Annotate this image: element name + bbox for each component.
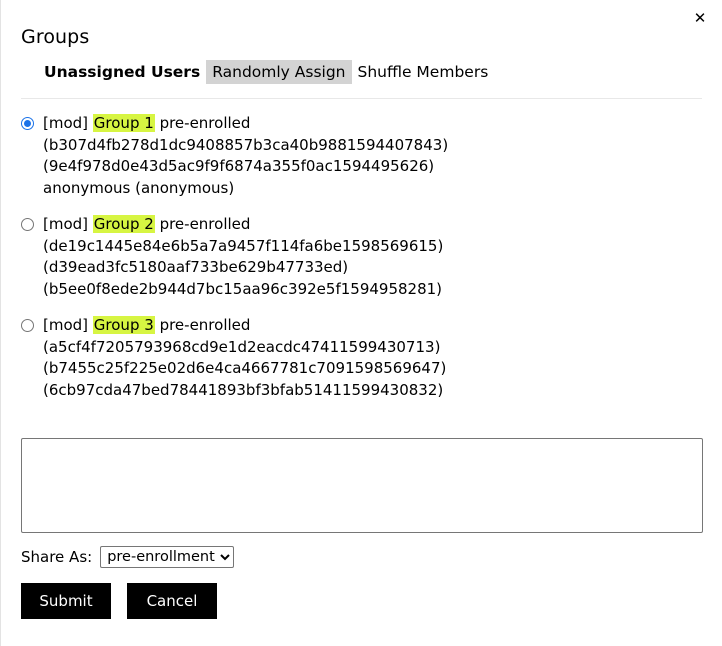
group-name: Group 1 [92, 114, 155, 132]
group-details: [mod] Group 2 pre-enrolled (de19c1445e84… [43, 214, 443, 300]
group-details: [mod] Group 3 pre-enrolled (a5cf4f720579… [43, 315, 446, 401]
group-member: (6cb97cda47bed78441893bf3bfab51411599430… [43, 380, 444, 399]
page-title: Groups [21, 26, 90, 48]
tab-unassigned-users[interactable]: Unassigned Users [38, 60, 206, 84]
group-member: anonymous (anonymous) [43, 178, 235, 197]
group-prefix: [mod] [43, 114, 89, 132]
group-option-row[interactable]: [mod] Group 2 pre-enrolled (de19c1445e84… [1, 214, 722, 300]
group-option-row[interactable]: [mod] Group 1 pre-enrolled (b307d4fb278d… [1, 113, 722, 199]
group-title-line: [mod] Group 1 pre-enrolled [43, 113, 448, 135]
groups-list: [mod] Group 1 pre-enrolled (b307d4fb278d… [1, 99, 722, 401]
close-icon[interactable]: ✕ [690, 8, 710, 28]
group-member: (b307d4fb278d1dc9408857b3ca40b9881594407… [43, 135, 449, 154]
group-option-row[interactable]: [mod] Group 3 pre-enrolled (a5cf4f720579… [1, 315, 722, 401]
group-suffix: pre-enrolled [159, 215, 251, 233]
group-suffix: pre-enrolled [159, 316, 251, 334]
group-member: (d39ead3fc5180aaf733be629b47733ed) [43, 258, 349, 276]
share-as-row: Share As: pre-enrollment [1, 537, 722, 568]
group-member: (a5cf4f7205793968cd9e1d2eacdc47411599430… [43, 337, 441, 356]
groups-dialog: ✕ Groups Unassigned Users Randomly Assig… [0, 0, 722, 646]
group-name: Group 3 [92, 316, 155, 334]
group-radio-3[interactable] [21, 319, 34, 332]
tab-shuffle-members[interactable]: Shuffle Members [352, 60, 495, 84]
group-prefix: [mod] [43, 215, 89, 233]
group-title-line: [mod] Group 2 pre-enrolled [43, 214, 443, 236]
group-member: (9e4f978d0e43d5ac9f9f6874a355f0ac1594495… [43, 157, 435, 175]
note-textarea[interactable] [21, 438, 703, 533]
group-title-line: [mod] Group 3 pre-enrolled [43, 315, 446, 337]
cancel-button[interactable]: Cancel [127, 583, 217, 619]
share-as-label: Share As: [21, 548, 93, 566]
group-name: Group 2 [92, 215, 155, 233]
group-radio-2[interactable] [21, 218, 34, 231]
group-suffix: pre-enrolled [159, 114, 251, 132]
tab-randomly-assign[interactable]: Randomly Assign [206, 60, 352, 84]
group-member: (de19c1445e84e6b5a7a9457f114fa6be1598569… [43, 236, 444, 255]
group-details: [mod] Group 1 pre-enrolled (b307d4fb278d… [43, 113, 448, 199]
tab-bar: Unassigned Users Randomly Assign Shuffle… [1, 48, 722, 84]
dialog-actions: Submit Cancel [1, 568, 722, 619]
group-prefix: [mod] [43, 316, 89, 334]
submit-button[interactable]: Submit [21, 583, 111, 619]
group-member: (b7455c25f225e02d6e4ca4667781c7091598569… [43, 359, 447, 377]
share-as-select[interactable]: pre-enrollment [100, 546, 235, 568]
group-radio-1[interactable] [21, 117, 34, 130]
group-member: (b5ee0f8ede2b944d7bc15aa96c392e5f1594958… [43, 279, 443, 298]
